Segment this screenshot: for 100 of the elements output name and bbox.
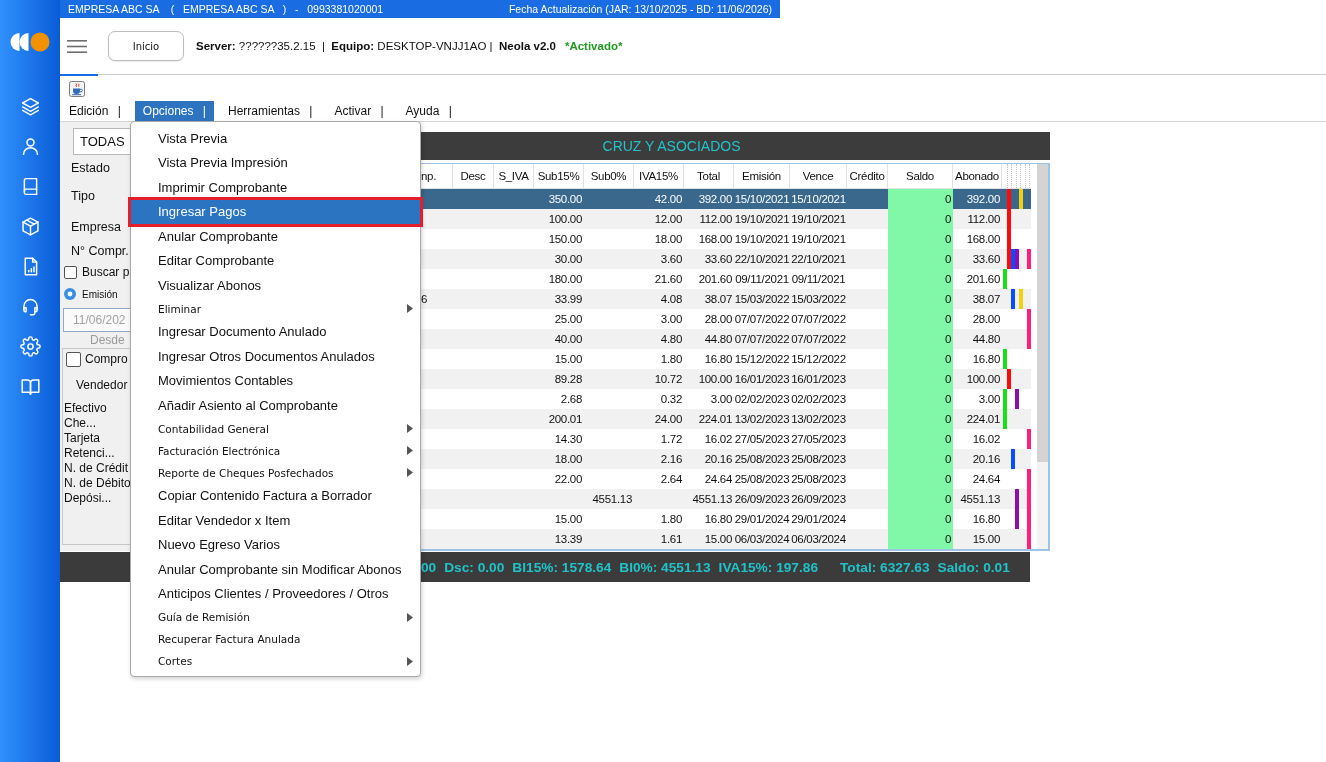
column-header[interactable]: Sub15% xyxy=(534,164,584,188)
menu-item[interactable]: Nuevo Egreso Varios xyxy=(131,532,420,557)
table-cell-text: 4551.13 xyxy=(691,492,733,507)
table-cell-text: 20.16 xyxy=(703,452,733,467)
menu-bar-item[interactable]: Activar | xyxy=(326,101,392,121)
menu-item[interactable]: Facturación Electrónica xyxy=(131,439,420,462)
column-header[interactable]: S_IVA xyxy=(494,164,534,188)
table-cell-text: 25/08/2023 xyxy=(790,452,847,467)
table-row[interactable]: 100.00 12.00 112.00 19/10/2021 19/10/2021 0 112.00 xyxy=(421,209,1031,229)
table-row[interactable]: 30.00 3.60 33.60 22/10/2021 22/10/2021 0 33.60 xyxy=(421,249,1031,269)
table-cell-text: 29/01/2024 xyxy=(790,512,847,527)
checkbox[interactable] xyxy=(64,265,77,279)
checkbox[interactable] xyxy=(66,351,81,367)
menu-bar-item[interactable]: Edición | xyxy=(61,101,129,121)
table-row[interactable]: 40.00 4.80 44.80 07/07/2022 07/07/2022 0 44.80 xyxy=(421,329,1031,349)
menu-item[interactable]: Contabilidad General xyxy=(131,417,420,440)
table-cell-text: 100.00 xyxy=(965,372,1001,387)
box-icon[interactable] xyxy=(19,216,41,237)
table-row[interactable]: 6 33.99 4.08 38.07 15/03/2022 15/03/2022 0 38.07 xyxy=(421,289,1031,309)
table-cell-text: 201.60 xyxy=(965,272,1001,287)
table-row[interactable]: 200.01 24.00 224.01 13/02/2023 13/02/2023 0 224.01 xyxy=(421,409,1031,429)
table-cell-text: 224.01 xyxy=(965,412,1001,427)
table-cell-text: 201.60 xyxy=(697,272,733,287)
payment-type-label: Depósi... xyxy=(64,491,113,506)
column-header[interactable]: Total xyxy=(684,164,734,188)
menu-item[interactable]: Recuperar Factura Anulada xyxy=(131,628,420,650)
table-cell-text: 07/07/2022 xyxy=(790,312,847,327)
table-cell-text: 07/07/2022 xyxy=(734,332,790,347)
menu-item[interactable]: Editar Comprobante xyxy=(131,248,420,273)
payment-type-label: Retenci... xyxy=(64,446,116,461)
layers-icon[interactable] xyxy=(19,96,41,117)
table-cell-text: 16.80 xyxy=(703,512,733,527)
column-header[interactable]: Desc xyxy=(453,164,494,188)
menu-item[interactable]: Ingresar Documento Anulado xyxy=(131,319,420,344)
menu-item[interactable]: Reporte de Cheques Posfechados xyxy=(131,461,420,484)
table-row[interactable]: 350.00 42.00 392.00 15/10/2021 15/10/2021 0 392.00 xyxy=(421,189,1031,209)
table-cell: 0 xyxy=(888,289,953,309)
menu-item[interactable]: Visualizar Abonos xyxy=(131,273,420,298)
table-cell-text: 6 xyxy=(421,292,429,307)
table-cell: 0 xyxy=(888,309,953,329)
table-cell-text: 22/10/2021 xyxy=(790,252,847,267)
table-cell: 0 xyxy=(888,529,953,549)
column-header[interactable]: Emisión xyxy=(734,164,790,188)
cup-icon[interactable] xyxy=(69,81,85,97)
table-cell-text: 16.80 xyxy=(971,352,1001,367)
menu-item[interactable]: Eliminar xyxy=(131,297,420,320)
menu-item[interactable]: Editar Vendedor x Item xyxy=(131,508,420,533)
menu-item[interactable]: Copiar Contenido Factura a Borrador xyxy=(131,483,420,508)
menu-item[interactable]: Ingresar Otros Documentos Anulados xyxy=(131,344,420,369)
column-header[interactable]: Sub0% xyxy=(584,164,634,188)
table-row[interactable]: 18.00 2.16 20.16 25/08/2023 25/08/2023 0 20.16 xyxy=(421,449,1031,469)
table-row[interactable]: 4551.13 4551.13 26/09/2023 26/09/2023 0 4551.13 xyxy=(421,489,1031,509)
checkbox-label: Compro xyxy=(85,352,128,366)
table-cell-text: 4551.13 xyxy=(959,492,1001,507)
table-cell-text: 20.16 xyxy=(971,452,1001,467)
total-value: BI15%: 1578.64 xyxy=(512,559,612,575)
table-cell-text: 16.80 xyxy=(703,352,733,367)
open-book-icon[interactable] xyxy=(19,376,41,397)
menu-item[interactable]: Ingresar Pagos xyxy=(131,199,420,224)
menu-item[interactable]: Vista Previa Impresión xyxy=(131,150,420,175)
scrollbar-thumb[interactable] xyxy=(1037,164,1048,462)
column-header[interactable]: Abonado xyxy=(953,164,1002,188)
table-cell-text: 0.32 xyxy=(659,392,683,407)
menu-item[interactable]: Movimientos Contables xyxy=(131,368,420,393)
menu-bar-item[interactable]: Opciones | xyxy=(134,101,214,121)
column-header[interactable]: Crédito xyxy=(847,164,888,188)
table-cell-text: 1.72 xyxy=(659,432,683,447)
menu-icon[interactable] xyxy=(67,38,87,54)
table-cell-text: 25/08/2023 xyxy=(790,472,847,487)
table-cell-text: 200.01 xyxy=(547,412,583,427)
table-cell-text: 18.00 xyxy=(553,452,583,467)
menu-item[interactable]: Anular Comprobante sin Modificar Abonos xyxy=(131,557,420,582)
column-header[interactable]: IVA15% xyxy=(634,164,684,188)
menu-item[interactable]: Anticipos Clientes / Proveedores / Otros xyxy=(131,581,420,606)
menu-item[interactable]: Cortes xyxy=(131,650,420,672)
home-button[interactable]: Inicio xyxy=(108,31,184,61)
app-logo xyxy=(10,32,50,52)
table-row[interactable]: 89.28 10.72 100.00 16/01/2023 16/01/2023 0 100.00 xyxy=(421,369,1031,389)
table-cell-text: 06/03/2024 xyxy=(790,532,847,547)
table-cell-text: 33.99 xyxy=(553,292,583,307)
menu-bar-item[interactable]: Ayuda | xyxy=(397,101,460,121)
scrollbar[interactable] xyxy=(1037,164,1048,549)
column-header[interactable]: Vence xyxy=(790,164,847,188)
settings-icon[interactable] xyxy=(19,336,41,357)
radio-label: Emisión xyxy=(82,288,118,300)
menu-item[interactable]: Vista Previa xyxy=(131,126,420,151)
table-cell-text: 15/10/2021 xyxy=(790,192,847,207)
menu-item[interactable]: Anular Comprobante xyxy=(131,224,420,249)
total-value: BI0%: 4551.13 xyxy=(619,559,711,575)
table-cell-text: 24.64 xyxy=(971,472,1001,487)
menu-item[interactable]: Imprimir Comprobante xyxy=(131,175,420,200)
radio-button[interactable] xyxy=(64,288,76,300)
menu-bar-item[interactable]: Herramientas | xyxy=(219,101,321,121)
table-cell-text: 22.00 xyxy=(553,472,583,487)
table-cell: 0 xyxy=(888,489,953,509)
scope-dropdown[interactable]: TODAS xyxy=(73,128,130,155)
column-header[interactable]: Saldo xyxy=(888,164,953,188)
menu-item[interactable]: Añadir Asiento al Comprobante xyxy=(131,393,420,418)
menu-item[interactable]: Guía de Remisión xyxy=(131,606,420,628)
table-cell-text: 350.00 xyxy=(547,192,583,207)
